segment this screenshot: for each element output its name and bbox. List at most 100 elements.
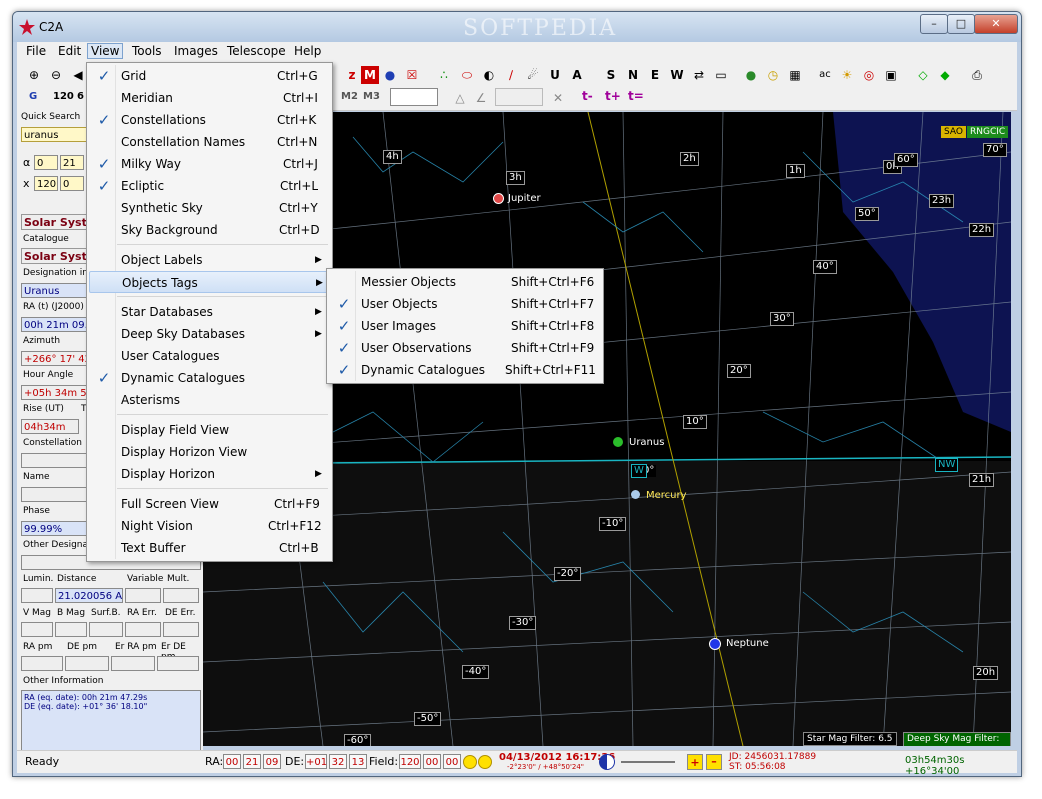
title-bar[interactable]: C2A SOFTPEDIA – □ ✕ — [13, 12, 1021, 42]
angle-icon[interactable]: ∠ — [472, 89, 490, 107]
menu-item-deep-sky-databases[interactable]: Deep Sky Databases ▶ — [89, 323, 330, 345]
moon-status-icon[interactable] — [478, 755, 492, 769]
menu-item-grid[interactable]: ✓ Grid Ctrl+G — [89, 65, 330, 87]
menu-item-constellations[interactable]: ✓ Constellations Ctrl+K — [89, 109, 330, 131]
m2-button[interactable]: M2 — [341, 91, 358, 102]
field-degrees-status[interactable]: 120 — [399, 754, 421, 769]
print-icon[interactable]: ⎙ — [968, 66, 986, 84]
menu-item-object-labels[interactable]: Object Labels ▶ — [89, 249, 330, 271]
messier-icon[interactable]: M — [361, 66, 379, 84]
sun-icon[interactable]: ☀ — [838, 66, 856, 84]
menu-telescope[interactable]: Telescope — [224, 44, 289, 58]
menu-item-ecliptic[interactable]: ✓ Ecliptic Ctrl+L — [89, 175, 330, 197]
close-button[interactable]: ✕ — [974, 14, 1018, 34]
field-120-button[interactable]: 120 — [53, 91, 74, 102]
globe-dots-icon[interactable]: ● — [381, 66, 399, 84]
menu-item-user-images[interactable]: ✓ User Images Shift+Ctrl+F8 — [329, 315, 601, 337]
target-box-icon[interactable]: ☒ — [403, 66, 421, 84]
jupiter-marker[interactable] — [493, 193, 504, 204]
orient-south-button[interactable]: S — [602, 66, 620, 84]
menu-item-constellation-names[interactable]: Constellation Names Ctrl+N — [89, 131, 330, 153]
mirror-icon[interactable]: ⇄ — [690, 66, 708, 84]
menu-item-synthetic-sky[interactable]: Synthetic Sky Ctrl+Y — [89, 197, 330, 219]
toolbar-input-2[interactable] — [495, 88, 543, 106]
maximize-button[interactable]: □ — [947, 14, 975, 34]
menu-item-user-objects[interactable]: ✓ User Objects Shift+Ctrl+F7 — [329, 293, 601, 315]
earth-icon[interactable]: ● — [742, 66, 760, 84]
u-star-icon[interactable]: U — [546, 66, 564, 84]
z-icon[interactable]: z — [343, 66, 361, 84]
alpha-minutes-input[interactable]: 21 — [60, 155, 84, 170]
triangle-icon[interactable]: △ — [451, 89, 469, 107]
menu-item-messier-objects[interactable]: Messier Objects Shift+Ctrl+F6 — [329, 271, 601, 293]
de-seconds-status[interactable]: 13 — [349, 754, 367, 769]
g-button[interactable]: G — [29, 91, 37, 102]
minimize-button[interactable]: – — [920, 14, 948, 34]
time-now-button[interactable]: t= — [628, 89, 644, 103]
ra-hours-status[interactable]: 00 — [223, 754, 241, 769]
comet-icon[interactable]: ∕ — [502, 66, 520, 84]
menu-item-full-screen-view[interactable]: Full Screen View Ctrl+F9 — [89, 493, 330, 515]
mercury-marker[interactable] — [631, 490, 640, 499]
zoom-in-icon[interactable]: ⊕ — [25, 66, 43, 84]
star-cluster-icon[interactable]: ∴ — [435, 66, 453, 84]
menu-images[interactable]: Images — [171, 44, 221, 58]
de-minutes-status[interactable]: 32 — [329, 754, 347, 769]
zoom-out-icon[interactable]: ⊖ — [47, 66, 65, 84]
sun-status-icon[interactable] — [463, 755, 477, 769]
menu-item-objects-tags[interactable]: Objects Tags ▶ — [89, 271, 330, 293]
x-minutes-input[interactable]: 0 — [60, 176, 84, 191]
time-step-plus-button[interactable]: + — [687, 754, 703, 770]
camera-icon[interactable]: ▣ — [882, 66, 900, 84]
calendar-icon[interactable]: ▦ — [786, 66, 804, 84]
menu-item-display-horizon-view[interactable]: Display Horizon View — [89, 441, 330, 463]
uranus-marker[interactable] — [613, 437, 623, 447]
label-ac-icon[interactable]: ac — [816, 66, 834, 84]
clear-icon[interactable]: ✕ — [549, 89, 567, 107]
alpha-hours-input[interactable]: 0 — [34, 155, 58, 170]
de-degrees-status[interactable]: +01 — [305, 754, 327, 769]
menu-item-user-catalogues[interactable]: User Catalogues — [89, 345, 330, 367]
other-info-box[interactable]: RA (eq. date): 00h 21m 47.29s DE (eq. da… — [21, 690, 201, 758]
deep-sky-mag-filter[interactable]: Deep Sky Mag Filter: 14 — [903, 732, 1011, 746]
ra-seconds-status[interactable]: 09 — [263, 754, 281, 769]
time-slider[interactable] — [621, 761, 675, 763]
star-mag-filter[interactable]: Star Mag Filter: 6.5 — [803, 732, 897, 746]
orient-west-button[interactable]: W — [668, 66, 686, 84]
menu-item-meridian[interactable]: Meridian Ctrl+I — [89, 87, 330, 109]
menu-tools[interactable]: Tools — [129, 44, 165, 58]
a-star-icon[interactable]: A — [568, 66, 586, 84]
back-arrow-icon[interactable]: ◀ — [69, 66, 87, 84]
menu-item-star-databases[interactable]: Star Databases ▶ — [89, 301, 330, 323]
field-seconds-status[interactable]: 00 — [443, 754, 461, 769]
menu-item-night-vision[interactable]: Night Vision Ctrl+F12 — [89, 515, 330, 537]
clock-icon[interactable]: ◷ — [764, 66, 782, 84]
menu-item-milky-way[interactable]: ✓ Milky Way Ctrl+J — [89, 153, 330, 175]
diamond-icon[interactable]: ◇ — [914, 66, 932, 84]
m3-button[interactable]: M3 — [363, 91, 380, 102]
menu-item-display-horizon[interactable]: Display Horizon ▶ — [89, 463, 330, 485]
toolbar-input[interactable] — [390, 88, 438, 106]
menu-item-dynamic-catalogues-tags[interactable]: ✓ Dynamic Catalogues Shift+Ctrl+F11 — [329, 359, 601, 381]
time-step-minus-button[interactable]: – — [706, 754, 722, 770]
menu-edit[interactable]: Edit — [55, 44, 84, 58]
moon-phase-icon[interactable]: ◐ — [480, 66, 498, 84]
satellite-icon[interactable]: ☄ — [524, 66, 542, 84]
menu-view[interactable]: View — [87, 43, 124, 59]
ruler-icon[interactable]: ▭ — [712, 66, 730, 84]
menu-item-user-observations[interactable]: ✓ User Observations Shift+Ctrl+F9 — [329, 337, 601, 359]
rngcic-badge[interactable]: RNGCIC — [967, 126, 1009, 138]
menu-item-display-field-view[interactable]: Display Field View — [89, 419, 330, 441]
orient-east-button[interactable]: E — [646, 66, 664, 84]
field-6-button[interactable]: 6 — [77, 91, 84, 102]
datetime-status[interactable]: 04/13/2012 16:17:36 — [499, 752, 615, 763]
menu-help[interactable]: Help — [291, 44, 324, 58]
menu-file[interactable]: File — [23, 44, 49, 58]
time-minus-button[interactable]: t- — [582, 89, 593, 103]
diamond-fill-icon[interactable]: ◆ — [936, 66, 954, 84]
menu-item-dynamic-catalogues[interactable]: ✓ Dynamic Catalogues — [89, 367, 330, 389]
target-icon[interactable]: ◎ — [860, 66, 878, 84]
orient-north-button[interactable]: N — [624, 66, 642, 84]
galaxy-icon[interactable]: ⬭ — [458, 66, 476, 84]
field-minutes-status[interactable]: 00 — [423, 754, 441, 769]
